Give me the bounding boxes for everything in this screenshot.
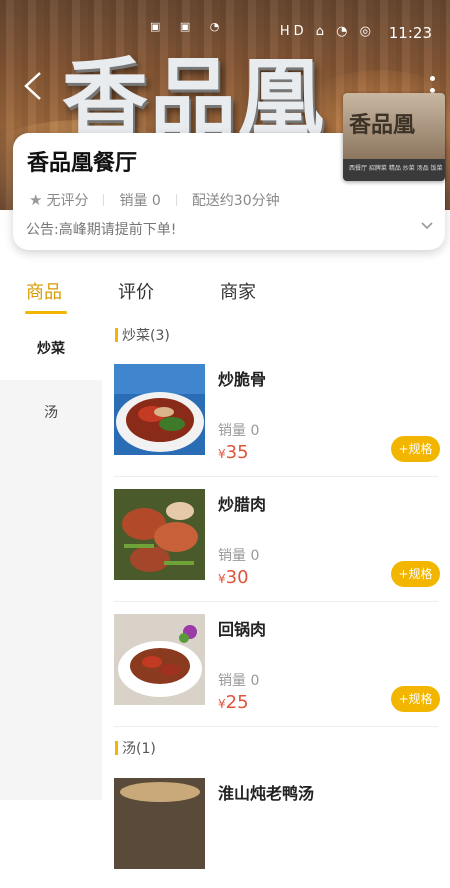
- dish-name: 炒脆骨: [218, 370, 267, 389]
- divider: [114, 601, 438, 602]
- dish-image-svg: [114, 614, 205, 705]
- shop-logo-subtext: 西餐厅 招牌菜 精品 炒菜 汤品 饭菜: [349, 165, 443, 172]
- tab-goods[interactable]: 商品: [26, 278, 62, 304]
- category-title: 汤(1): [122, 741, 156, 757]
- menu-item[interactable]: 淮山炖老鸭汤: [114, 778, 440, 888]
- shop-logo-text: 香品凰: [349, 112, 416, 138]
- menu-item[interactable]: 炒脆骨 销量 0 ¥35 +规格: [114, 364, 440, 474]
- shop-notice[interactable]: 公告:高峰期请提前下单!: [26, 219, 176, 239]
- shop-info-card: 香品凰 西餐厅 招牌菜 精品 炒菜 汤品 饭菜 香品凰餐厅 ★ 无评分 销量 0…: [13, 93, 445, 250]
- spec-button[interactable]: +规格: [391, 436, 440, 462]
- dish-name: 回锅肉: [218, 620, 267, 639]
- dish-name: 淮山炖老鸭汤: [218, 784, 315, 803]
- menu-list: 炒菜(3) 炒脆骨 销量 0 ¥35 +规格 炒腊肉 销量 0 ¥30 +规格 …: [102, 318, 450, 869]
- divider: [103, 194, 105, 206]
- dish-image-svg: [114, 778, 205, 869]
- menu-item[interactable]: 炒腊肉 销量 0 ¥30 +规格: [114, 489, 440, 599]
- status-icons: HD ⌂ ◔ ◎: [279, 24, 375, 39]
- category-sidebar: 炒菜 汤: [0, 318, 102, 800]
- divider: [175, 194, 177, 206]
- price-value: 30: [225, 567, 249, 588]
- star-icon: ★: [29, 191, 43, 209]
- dish-name: 炒腊肉: [218, 495, 267, 514]
- sales-text: 销量 0: [119, 193, 161, 209]
- sidebar-item-stirfry[interactable]: 炒菜: [0, 318, 102, 380]
- category-header-soup: 汤(1): [115, 738, 156, 758]
- currency-symbol: ¥: [218, 697, 226, 711]
- rating-text: 无评分: [46, 193, 89, 209]
- back-arrow-svg: [24, 72, 41, 100]
- tab-merchant[interactable]: 商家: [220, 278, 256, 304]
- status-left-icons: ▣ ▣ ◔: [150, 20, 228, 33]
- category-marker: [115, 741, 118, 755]
- chevron-svg: [421, 222, 433, 230]
- price-value: 35: [225, 442, 249, 463]
- tab-reviews[interactable]: 评价: [118, 278, 154, 304]
- dish-image[interactable]: [114, 778, 205, 869]
- tab-bar: 商品 评价 商家: [0, 270, 450, 318]
- divider: [114, 476, 438, 477]
- status-time: 11:23: [388, 24, 432, 42]
- menu-item[interactable]: 回锅肉 销量 0 ¥25 +规格: [114, 614, 440, 724]
- back-arrow-icon[interactable]: [22, 70, 54, 102]
- shop-logo: 香品凰 西餐厅 招牌菜 精品 炒菜 汤品 饭菜: [343, 93, 445, 181]
- dish-price: ¥30: [218, 567, 249, 588]
- currency-symbol: ¥: [218, 447, 226, 461]
- dish-image-svg: [114, 364, 205, 455]
- category-title: 炒菜(3): [122, 328, 170, 344]
- dish-price: ¥35: [218, 442, 249, 463]
- category-header-stirfry: 炒菜(3): [115, 325, 170, 345]
- dish-sales: 销量 0: [218, 548, 260, 564]
- dish-image[interactable]: [114, 614, 205, 705]
- dish-image[interactable]: [114, 364, 205, 455]
- chevron-down-icon[interactable]: [421, 219, 433, 235]
- dish-price: ¥25: [218, 692, 249, 713]
- shop-name: 香品凰餐厅: [27, 151, 138, 176]
- dot: [430, 76, 435, 81]
- shop-meta: ★ 无评分 销量 0 配送约30分钟: [29, 190, 280, 210]
- spec-button[interactable]: +规格: [391, 686, 440, 712]
- sidebar-item-soup[interactable]: 汤: [0, 382, 102, 444]
- currency-symbol: ¥: [218, 572, 226, 586]
- spec-button[interactable]: +规格: [391, 561, 440, 587]
- category-marker: [115, 328, 118, 342]
- tab-indicator: [25, 311, 67, 314]
- price-value: 25: [225, 692, 249, 713]
- delivery-text: 配送约30分钟: [191, 193, 280, 209]
- dish-image-svg: [114, 489, 205, 580]
- divider: [114, 726, 438, 727]
- dish-sales: 销量 0: [218, 423, 260, 439]
- dish-sales: 销量 0: [218, 673, 260, 689]
- dish-image[interactable]: [114, 489, 205, 580]
